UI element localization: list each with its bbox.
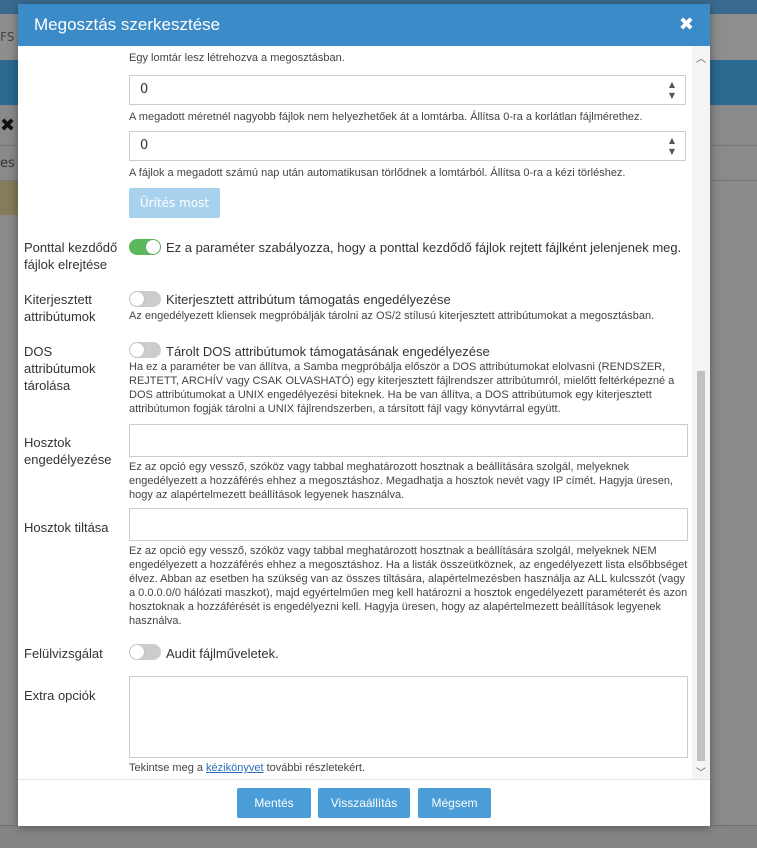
dos-attrs-label: DOS attribútumok tárolása bbox=[24, 344, 96, 393]
reset-button[interactable]: Visszaállítás bbox=[318, 788, 410, 818]
extra-options-label: Extra opciók bbox=[24, 688, 96, 703]
dialog-scrollbar[interactable]: ︿ ﹀ bbox=[692, 46, 710, 779]
extra-help-suffix: további részletekért. bbox=[263, 762, 366, 774]
recycle-max-days-help: A fájlok a megadott számú nap után autom… bbox=[129, 167, 626, 179]
recycle-max-days-value: 0 bbox=[140, 138, 149, 153]
recycle-max-size-help: A megadott méretnél nagyobb fájlok nem h… bbox=[129, 111, 643, 123]
background-bottom-bar bbox=[0, 825, 757, 848]
hosts-allow-label: Hosztok engedélyezése bbox=[24, 435, 112, 467]
hide-dot-files-label: Ponttal kezdődő fájlok elrejtése bbox=[24, 240, 118, 272]
dialog-title: Megosztás szerkesztése bbox=[34, 15, 221, 34]
hide-dot-files-text: Ez a paraméter szabályozza, hogy a pontt… bbox=[166, 240, 682, 255]
extra-options-help: Tekintse meg a kézikönyvet további részl… bbox=[129, 761, 689, 775]
background-close-icon: ✖ bbox=[0, 115, 16, 136]
audit-label: Felülvizsgálat bbox=[24, 646, 103, 661]
spinner[interactable]: ▲ ▼ bbox=[667, 79, 677, 101]
audit-toggle[interactable] bbox=[129, 644, 161, 660]
toggle-knob bbox=[146, 240, 160, 254]
scroll-thumb[interactable] bbox=[697, 371, 705, 761]
extra-help-prefix: Tekintse meg a bbox=[129, 762, 207, 774]
spinner-up-icon[interactable]: ▲ bbox=[669, 80, 675, 89]
save-button[interactable]: Mentés bbox=[237, 788, 311, 818]
toggle-knob bbox=[130, 343, 144, 357]
dialog-footer: Mentés Visszaállítás Mégsem bbox=[18, 779, 710, 826]
spinner-down-icon[interactable]: ▼ bbox=[669, 91, 675, 100]
hosts-deny-input[interactable] bbox=[129, 508, 688, 541]
scroll-up-icon[interactable]: ︿ bbox=[696, 50, 706, 65]
recycle-max-days-input[interactable]: 0 ▲ ▼ bbox=[129, 131, 686, 161]
dos-attrs-text: Tárolt DOS attribútumok támogatásának en… bbox=[166, 344, 490, 359]
background-text-fragment: FS bbox=[0, 30, 15, 44]
hosts-deny-label: Hosztok tiltása bbox=[24, 520, 109, 535]
hosts-allow-help: Ez az opció egy vessző, szóköz vagy tabb… bbox=[129, 461, 674, 501]
ext-attrs-label: Kiterjesztett attribútumok bbox=[24, 292, 96, 324]
close-icon[interactable]: ✖ bbox=[679, 14, 694, 35]
hide-dot-files-toggle[interactable] bbox=[129, 239, 161, 255]
dialog-header: Megosztás szerkesztése ✖ bbox=[18, 4, 710, 46]
dos-attrs-help: Ha ez a paraméter be van állítva, a Samb… bbox=[129, 361, 675, 415]
dialog-body[interactable]: Egy lomtár lesz létrehozva a megosztásba… bbox=[18, 46, 710, 779]
spinner[interactable]: ▲ ▼ bbox=[667, 135, 677, 157]
ext-attrs-toggle[interactable] bbox=[129, 291, 161, 307]
hosts-deny-help: Ez az opció egy vessző, szóköz vagy tabb… bbox=[129, 545, 688, 627]
hosts-allow-input[interactable] bbox=[129, 424, 688, 457]
empty-now-button[interactable]: Ürítés most bbox=[129, 188, 220, 218]
background-text-fragment: es bbox=[0, 156, 15, 171]
dos-attrs-toggle[interactable] bbox=[129, 342, 161, 358]
toggle-knob bbox=[130, 645, 144, 659]
spinner-up-icon[interactable]: ▲ bbox=[669, 136, 675, 145]
manual-link[interactable]: kézikönyvet bbox=[206, 762, 263, 774]
toggle-knob bbox=[130, 292, 144, 306]
cancel-button[interactable]: Mégsem bbox=[418, 788, 491, 818]
background-highlight bbox=[0, 181, 18, 215]
edit-share-dialog: Megosztás szerkesztése ✖ Egy lomtár lesz… bbox=[18, 4, 710, 826]
recycle-bin-help: Egy lomtár lesz létrehozva a megosztásba… bbox=[129, 52, 345, 64]
extra-options-textarea[interactable] bbox=[129, 676, 688, 758]
ext-attrs-help: Az engedélyezett kliensek megpróbálják t… bbox=[129, 310, 655, 322]
recycle-max-size-input[interactable]: 0 ▲ ▼ bbox=[129, 75, 686, 105]
ext-attrs-text: Kiterjesztett attribútum támogatás enged… bbox=[166, 292, 451, 307]
scroll-down-icon[interactable]: ﹀ bbox=[696, 764, 706, 779]
audit-text: Audit fájlműveletek. bbox=[166, 646, 279, 661]
recycle-max-size-value: 0 bbox=[140, 82, 149, 97]
spinner-down-icon[interactable]: ▼ bbox=[669, 147, 675, 156]
